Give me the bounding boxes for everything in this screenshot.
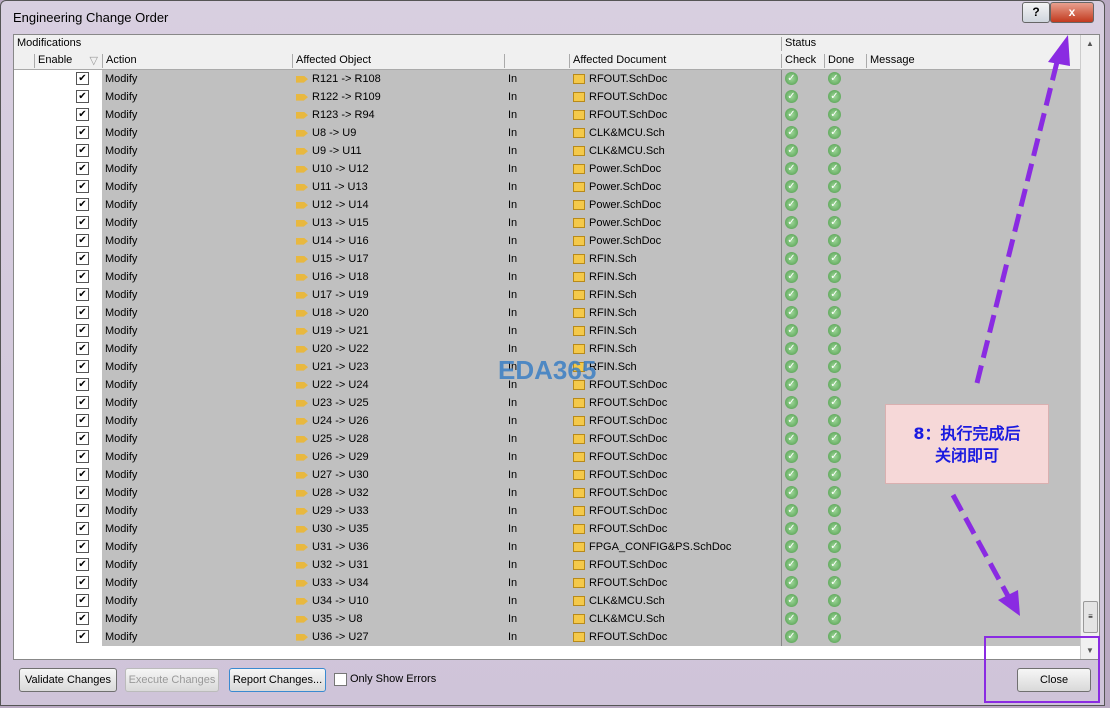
arrow-down [950,493,1011,598]
arrow-up [974,57,1061,384]
arrow-up-head [1048,35,1070,66]
annotation-arrows [950,35,1070,616]
